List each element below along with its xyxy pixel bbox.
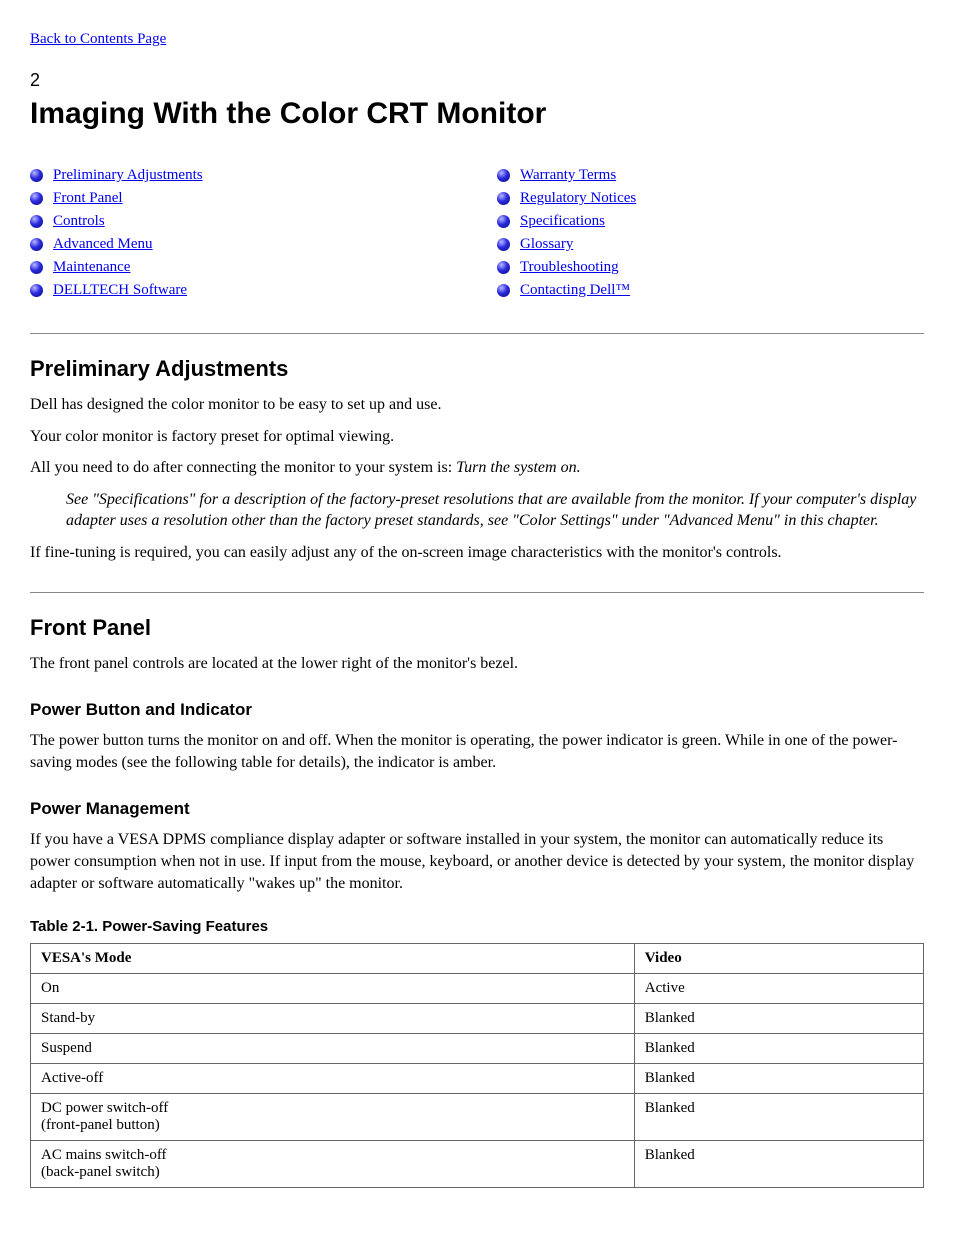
toc-item: Controls: [30, 213, 457, 230]
chapter-number: 2: [30, 70, 924, 91]
table-row: AC mains switch-off(back-panel switch)Bl…: [31, 1141, 924, 1188]
bullet-icon: [497, 238, 510, 251]
toc-link-glossary[interactable]: Glossary: [520, 236, 573, 253]
table-cell: AC mains switch-off(back-panel switch): [31, 1141, 635, 1188]
body-text: If fine-tuning is required, you can easi…: [30, 542, 924, 564]
section-heading-preliminary-adjustments: Preliminary Adjustments: [30, 356, 924, 382]
table-cell: Blanked: [634, 1141, 923, 1188]
table-header-row: VESA's Mode Video: [31, 944, 924, 974]
toc-item: Front Panel: [30, 190, 457, 207]
table-row: Stand-byBlanked: [31, 1004, 924, 1034]
back-to-contents-link[interactable]: Back to Contents Page: [30, 31, 166, 47]
bullet-icon: [497, 261, 510, 274]
toc-link-front-panel[interactable]: Front Panel: [53, 190, 123, 207]
table-cell: Suspend: [31, 1034, 635, 1064]
toc-item: Troubleshooting: [497, 259, 924, 276]
table-row: OnActive: [31, 974, 924, 1004]
bullet-icon: [30, 238, 43, 251]
toc-item: Specifications: [497, 213, 924, 230]
bullet-icon: [30, 284, 43, 297]
toc-item: Preliminary Adjustments: [30, 167, 457, 184]
body-text: Dell has designed the color monitor to b…: [30, 394, 924, 416]
body-text: The front panel controls are located at …: [30, 653, 924, 675]
toc-item: Maintenance: [30, 259, 457, 276]
note-text: See "Specifications" for a description o…: [66, 489, 924, 532]
body-text: All you need to do after connecting the …: [30, 457, 924, 479]
body-text: Your color monitor is factory preset for…: [30, 426, 924, 448]
table-header-cell: VESA's Mode: [31, 944, 635, 974]
toc-item: Contacting Dell™: [497, 282, 924, 299]
bullet-icon: [30, 215, 43, 228]
toc-link-warranty-terms[interactable]: Warranty Terms: [520, 167, 616, 184]
table-cell: Blanked: [634, 1064, 923, 1094]
subsection-heading-power-management: Power Management: [30, 799, 924, 819]
divider: [30, 333, 924, 334]
bullet-icon: [30, 192, 43, 205]
toc-column-left: Preliminary Adjustments Front Panel Cont…: [30, 161, 457, 305]
table-cell: Active: [634, 974, 923, 1004]
toc-column-right: Warranty Terms Regulatory Notices Specif…: [497, 161, 924, 305]
toc-link-contacting-dell[interactable]: Contacting Dell™: [520, 282, 630, 299]
table-cell: Blanked: [634, 1004, 923, 1034]
table-header-cell: Video: [634, 944, 923, 974]
table-caption: Table 2-1. Power-Saving Features: [30, 918, 924, 935]
body-text: The power button turns the monitor on an…: [30, 730, 924, 773]
table-cell: Blanked: [634, 1094, 923, 1141]
table-cell: Active-off: [31, 1064, 635, 1094]
bullet-icon: [497, 169, 510, 182]
toc-link-maintenance[interactable]: Maintenance: [53, 259, 130, 276]
table-of-contents: Preliminary Adjustments Front Panel Cont…: [30, 161, 924, 305]
toc-item: Glossary: [497, 236, 924, 253]
toc-link-troubleshooting[interactable]: Troubleshooting: [520, 259, 619, 276]
bullet-icon: [497, 215, 510, 228]
toc-link-specifications[interactable]: Specifications: [520, 213, 605, 230]
bullet-icon: [497, 284, 510, 297]
toc-link-regulatory-notices[interactable]: Regulatory Notices: [520, 190, 636, 207]
bullet-icon: [30, 169, 43, 182]
section-heading-front-panel: Front Panel: [30, 615, 924, 641]
table-row: SuspendBlanked: [31, 1034, 924, 1064]
toc-item: DELLTECH Software: [30, 282, 457, 299]
toc-link-preliminary-adjustments[interactable]: Preliminary Adjustments: [53, 167, 203, 184]
toc-item: Regulatory Notices: [497, 190, 924, 207]
table-row: DC power switch-off(front-panel button)B…: [31, 1094, 924, 1141]
table-cell: Blanked: [634, 1034, 923, 1064]
power-saving-table: VESA's Mode Video OnActiveStand-byBlanke…: [30, 943, 924, 1188]
toc-link-delltech-software[interactable]: DELLTECH Software: [53, 282, 187, 299]
table-cell: On: [31, 974, 635, 1004]
toc-item: Advanced Menu: [30, 236, 457, 253]
bullet-icon: [497, 192, 510, 205]
toc-link-controls[interactable]: Controls: [53, 213, 105, 230]
table-cell: Stand-by: [31, 1004, 635, 1034]
chapter-title: Imaging With the Color CRT Monitor: [30, 97, 924, 131]
toc-item: Warranty Terms: [497, 167, 924, 184]
subsection-heading-power-button: Power Button and Indicator: [30, 700, 924, 720]
body-text: If you have a VESA DPMS compliance displ…: [30, 829, 924, 894]
toc-link-advanced-menu[interactable]: Advanced Menu: [53, 236, 153, 253]
bullet-icon: [30, 261, 43, 274]
table-row: Active-offBlanked: [31, 1064, 924, 1094]
divider: [30, 592, 924, 593]
table-cell: DC power switch-off(front-panel button): [31, 1094, 635, 1141]
